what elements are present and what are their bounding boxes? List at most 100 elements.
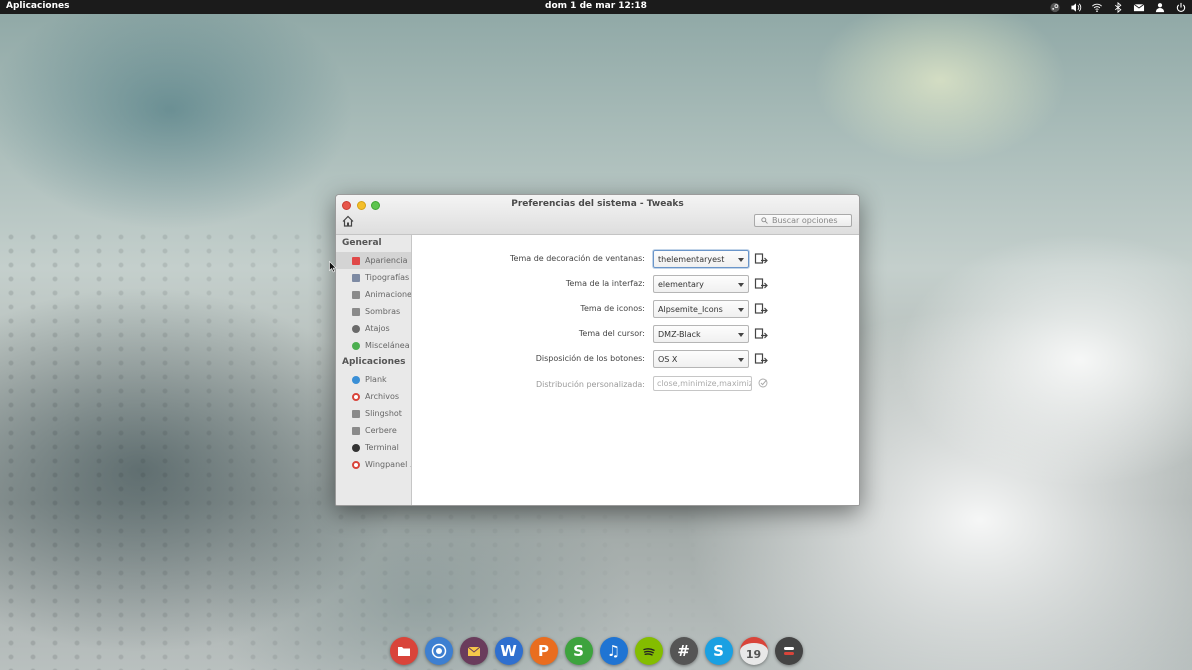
sidebar-header-aplicaciones: Aplicaciones <box>342 357 406 367</box>
sidebar-item-wingpanel[interactable]: Wingpanel ... <box>336 456 411 473</box>
sidebar-item-plank[interactable]: Plank <box>336 371 411 388</box>
calendar-icon[interactable]: 19 <box>739 637 768 665</box>
sidebar-item-label: Slingshot <box>365 409 402 418</box>
sidebar-item-label: Sombras <box>365 307 401 316</box>
home-icon[interactable] <box>342 215 354 227</box>
search-box[interactable] <box>754 214 852 227</box>
sidebar-item-label: Animaciones <box>365 290 411 299</box>
sidebar-item-label: Tipografías <box>365 273 410 282</box>
setting-row-interface-theme: Tema de la interfaz: elementary <box>412 275 859 295</box>
setting-row-icon-theme: Tema de iconos: Alpsemite_Icons <box>412 300 859 320</box>
sidebar-item-terminal[interactable]: Terminal <box>336 439 411 456</box>
sidebar-item-label: Wingpanel ... <box>365 460 411 469</box>
chromium-icon[interactable] <box>424 637 453 665</box>
sidebar-item-atajos[interactable]: Atajos <box>336 320 411 337</box>
sidebar-item-miscelanea[interactable]: Miscelánea <box>336 337 411 354</box>
combo-value: DMZ-Black <box>658 330 701 339</box>
dock: W P S ♫ # S 19 <box>383 632 809 670</box>
wifi-icon[interactable] <box>1090 1 1104 13</box>
sidebar-item-tipografias[interactable]: Tipografías <box>336 269 411 286</box>
apply-theme-icon[interactable] <box>754 352 768 366</box>
setting-label: Tema de iconos: <box>580 304 645 313</box>
fonts-icon <box>352 273 360 282</box>
settings-icon[interactable] <box>774 637 803 665</box>
custom-layout-entry[interactable]: close,minimize,maximize: <box>653 376 752 391</box>
interface-theme-combo[interactable]: elementary <box>653 275 749 293</box>
mail-icon[interactable] <box>459 637 488 665</box>
button-layout-combo[interactable]: OS X <box>653 350 749 368</box>
sidebar-item-label: Apariencia <box>365 256 408 265</box>
tweaks-window: Preferencias del sistema - Tweaks Genera… <box>335 194 860 506</box>
search-input[interactable] <box>772 216 850 225</box>
terminal-icon <box>352 443 360 452</box>
bluetooth-icon[interactable] <box>1111 1 1125 13</box>
folder-icon[interactable] <box>389 637 418 665</box>
spotify-icon[interactable] <box>634 637 663 665</box>
mail-icon[interactable] <box>1132 1 1146 13</box>
sidebar-item-sombras[interactable]: Sombras <box>336 303 411 320</box>
sidebar-item-animaciones[interactable]: Animaciones <box>336 286 411 303</box>
search-icon <box>761 217 768 224</box>
slingshot-icon <box>352 409 360 418</box>
sidebar-item-slingshot[interactable]: Slingshot <box>336 405 411 422</box>
sidebar-item-cerbere[interactable]: Cerbere <box>336 422 411 439</box>
sidebar-item-apariencia[interactable]: Apariencia <box>336 252 411 269</box>
power-icon[interactable] <box>1174 1 1188 13</box>
writer-icon[interactable]: W <box>494 637 523 665</box>
sidebar-item-label: Terminal <box>365 443 399 452</box>
top-panel: Aplicaciones dom 1 de mar 12:18 <box>0 0 1192 14</box>
misc-icon <box>352 341 360 350</box>
window-decoration-combo[interactable]: thelementaryest <box>653 250 749 268</box>
dropdown-arrow-icon <box>738 283 744 287</box>
setting-row-custom-layout: Distribución personalizada: close,minimi… <box>412 376 859 396</box>
window-titlebar[interactable]: Preferencias del sistema - Tweaks <box>336 195 859 235</box>
dropdown-arrow-icon <box>738 308 744 312</box>
plank-icon <box>352 375 360 384</box>
cursor-theme-combo[interactable]: DMZ-Black <box>653 325 749 343</box>
confirm-check-icon[interactable] <box>758 378 768 388</box>
sidebar-item-archivos[interactable]: Archivos <box>336 388 411 405</box>
sidebar: General Apariencia Tipografías Animacion… <box>336 235 412 505</box>
applications-menu[interactable]: Aplicaciones <box>6 1 69 11</box>
animations-icon <box>352 290 360 299</box>
setting-label: Distribución personalizada: <box>535 380 645 389</box>
apply-theme-icon[interactable] <box>754 302 768 316</box>
mouse-cursor-icon <box>329 261 337 273</box>
user-icon[interactable] <box>1153 1 1167 13</box>
combo-value: OS X <box>658 355 678 364</box>
sidebar-item-label: Archivos <box>365 392 400 401</box>
appearance-icon <box>352 256 360 265</box>
icon-theme-combo[interactable]: Alpsemite_Icons <box>653 300 749 318</box>
volume-icon[interactable] <box>1069 1 1083 13</box>
panel-clock[interactable]: dom 1 de mar 12:18 <box>0 1 1192 11</box>
setting-row-button-layout: Disposición de los botones: OS X <box>412 350 859 370</box>
steam-icon[interactable] <box>1048 1 1062 13</box>
combo-value: elementary <box>658 280 704 289</box>
setting-row-window-decoration: Tema de decoración de ventanas: thelemen… <box>412 250 859 270</box>
system-tray <box>1048 0 1188 14</box>
apply-theme-icon[interactable] <box>754 327 768 341</box>
sidebar-item-label: Cerbere <box>365 426 397 435</box>
combo-value: Alpsemite_Icons <box>658 305 723 314</box>
setting-row-cursor-theme: Tema del cursor: DMZ-Black <box>412 325 859 345</box>
files-icon <box>352 392 360 401</box>
setting-label: Tema de la interfaz: <box>565 279 645 288</box>
setting-label: Tema de decoración de ventanas: <box>510 254 645 263</box>
sidebar-item-label: Plank <box>365 375 387 384</box>
window-title: Preferencias del sistema - Tweaks <box>511 199 684 209</box>
sidebar-header-general: General <box>342 238 382 248</box>
dropdown-arrow-icon <box>738 358 744 362</box>
apply-theme-icon[interactable] <box>754 252 768 266</box>
music-icon[interactable]: ♫ <box>599 637 628 665</box>
dropdown-arrow-icon <box>738 258 744 262</box>
dropdown-arrow-icon <box>738 333 744 337</box>
spreadsheet-icon[interactable]: S <box>564 637 593 665</box>
skype-icon[interactable]: S <box>704 637 733 665</box>
cerbere-icon <box>352 426 360 435</box>
hashtag-icon[interactable]: # <box>669 637 698 665</box>
sidebar-item-label: Miscelánea <box>365 341 410 350</box>
apply-theme-icon[interactable] <box>754 277 768 291</box>
wingpanel-icon <box>352 460 360 469</box>
presentation-icon[interactable]: P <box>529 637 558 665</box>
sidebar-item-label: Atajos <box>365 324 390 333</box>
